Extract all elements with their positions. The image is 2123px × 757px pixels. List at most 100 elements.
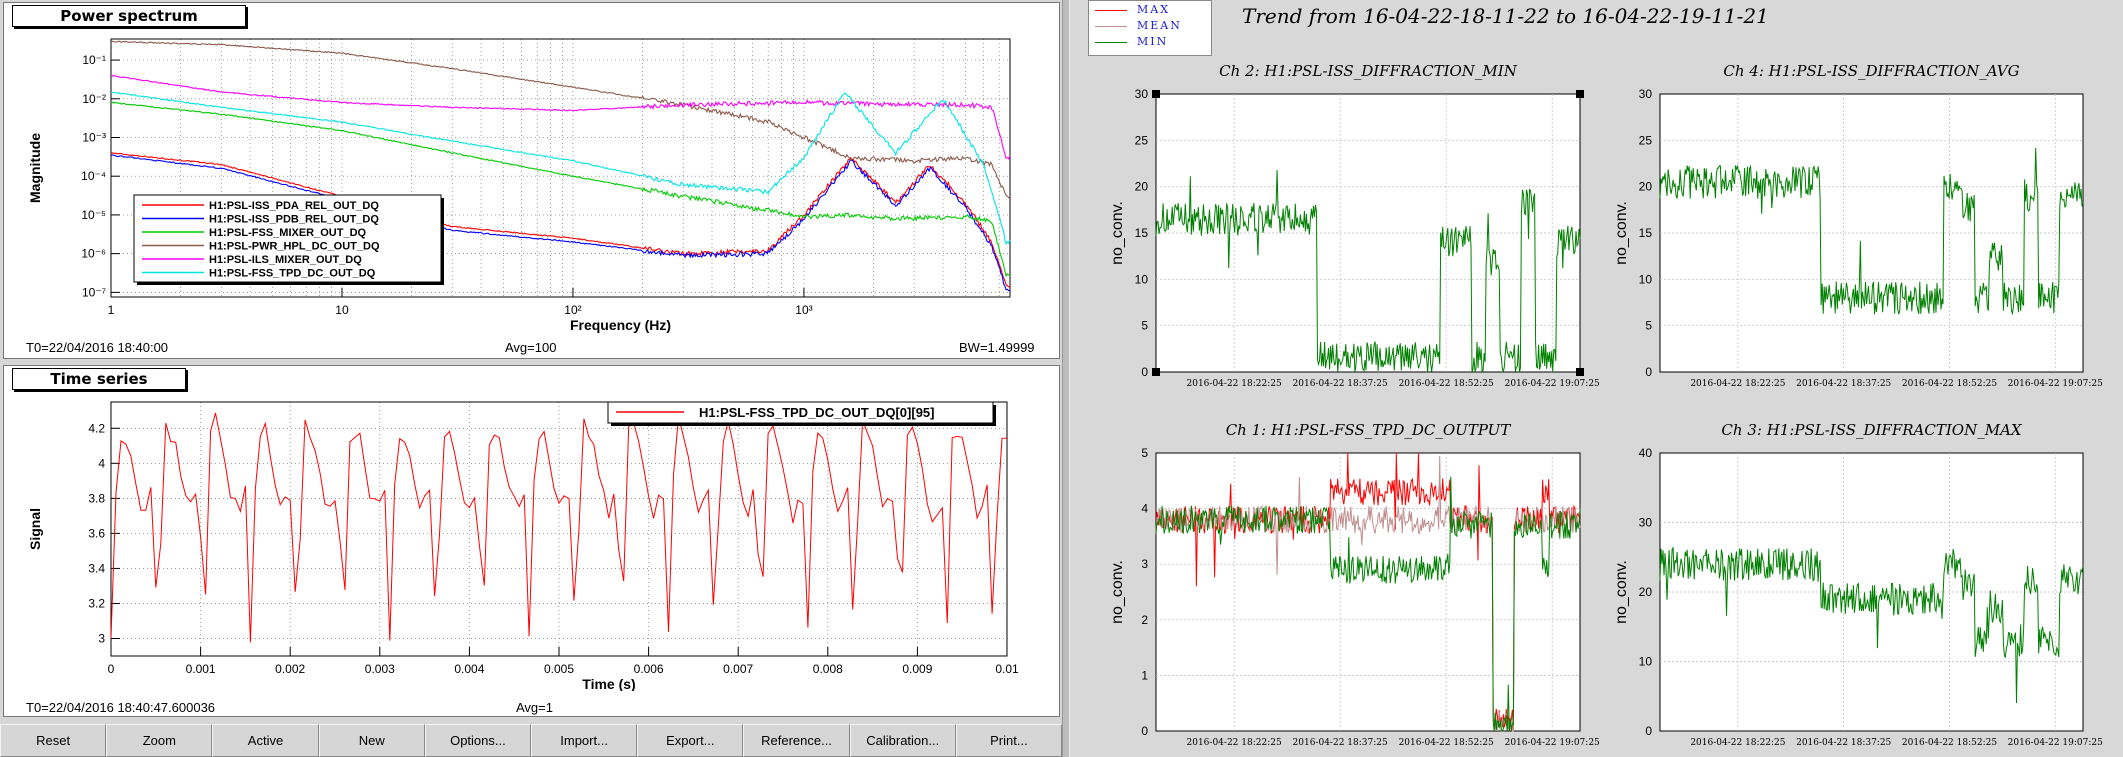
power-spectrum-pad[interactable]: Power spectrum 1 10 10² 10³ 10⁻¹ 10⁻² 10⁻³ 10⁻⁴… [3, 2, 1060, 359]
time-xtick-label: 0.002 [275, 662, 305, 676]
calibration-button[interactable]: Calibration... [849, 724, 956, 757]
button-bar: Reset Zoom Active New Options... Import.… [0, 724, 1063, 757]
trend-plot-title: Ch 3: H1:PSL-ISS_DIFFRACTION_MAX [1721, 421, 2022, 439]
trend-ytick-label: 5 [1645, 319, 1652, 333]
trend-ytick-label: 1 [1141, 668, 1148, 682]
power-spectrum-chart[interactable]: 1 10 10² 10³ 10⁻¹ 10⁻² 10⁻³ 10⁻⁴ 10⁻⁵ 10⁻⁶ 10⁻⁷ Mag… [4, 3, 1059, 333]
time-xtick-label: 0.01 [995, 662, 1019, 676]
time-ytick-label: 3.8 [88, 491, 105, 505]
trend-plot-title: Ch 1: H1:PSL-FSS_TPD_DC_OUTPUT [1226, 421, 1512, 439]
trend-ytick-label: 0 [1141, 365, 1148, 379]
trend-plot-title: Ch 2: H1:PSL-ISS_DIFFRACTION_MIN [1219, 62, 1518, 80]
resize-handle [1576, 368, 1584, 376]
time-ytick-label: 3 [98, 631, 105, 645]
spectrum-legend-label: H1:PSL-FSS_TPD_DC_OUT_DQ [209, 268, 376, 280]
spectrum-bw: BW=1.49999 [959, 340, 1035, 355]
trend-xtick-label: 2016-04-22 19:07:25 [2008, 738, 2103, 748]
reset-button[interactable]: Reset [0, 724, 107, 757]
trend-xtick-label: 2016-04-22 18:52:25 [1399, 379, 1494, 389]
trend-ytick-label: 20 [1639, 585, 1653, 599]
zoom-button[interactable]: Zoom [106, 724, 213, 757]
time-xtick-label: 0.005 [544, 662, 574, 676]
import-button[interactable]: Import... [531, 724, 638, 757]
window-divider[interactable] [1062, 0, 1070, 757]
trend-ylabel: no_conv. [1109, 560, 1126, 624]
time-series-chart[interactable]: 0 0.001 0.002 0.003 0.004 0.005 0.006 0.007 0.00… [4, 366, 1059, 691]
spectrum-ytick-label: 10⁻¹ [82, 53, 106, 67]
spectrum-legend-label: H1:PSL-ILS_MIXER_OUT_DQ [209, 254, 362, 266]
trend-xtick-label: 2016-04-22 19:07:25 [2008, 379, 2103, 389]
trend-ytick-label: 15 [1135, 226, 1149, 240]
new-button[interactable]: New [318, 724, 425, 757]
trend-frame [1155, 452, 1581, 732]
trend-plot: 2016-04-22 18:22:25 2016-04-22 18:37:25 20… [1613, 62, 2103, 389]
trend-xtick-label: 2016-04-22 18:22:25 [1187, 379, 1282, 389]
time-xtick-label: 0 [108, 662, 115, 676]
trend-ytick-label: 10 [1639, 655, 1653, 669]
spectrum-legend: H1:PSL-ISS_PDA_REL_OUT_DQ H1:PSL-ISS_PDB_… [133, 194, 444, 285]
trend-ytick-label: 0 [1141, 724, 1148, 738]
spectrum-ylabel: Magnitude [27, 133, 43, 203]
trend-ytick-label: 2 [1141, 613, 1148, 627]
reference-button[interactable]: Reference... [743, 724, 850, 757]
trend-xtick-label: 2016-04-22 18:37:25 [1796, 738, 1891, 748]
trend-xtick-label: 2016-04-22 18:22:25 [1690, 738, 1785, 748]
active-button[interactable]: Active [212, 724, 319, 757]
time-series-pad[interactable]: Time series 0 0.001 0.002 0.003 0.004 0.005 0.… [3, 365, 1060, 717]
trend-ytick-label: 0 [1645, 365, 1652, 379]
spectrum-ytick-label: 10⁻⁴ [81, 169, 106, 183]
trend-plot: 2016-04-22 18:22:25 2016-04-22 18:37:25 20… [1109, 62, 1600, 389]
time-xlabel: Time (s) [582, 676, 635, 691]
time-frame [110, 401, 1008, 657]
trend-ytick-label: 25 [1639, 133, 1653, 147]
resize-handle [1576, 90, 1584, 98]
trend-ytick-label: 30 [1639, 516, 1653, 530]
trend-ytick-label: 5 [1141, 446, 1148, 460]
spectrum-xtick-label: 10 [335, 303, 349, 317]
trend-ytick-label: 4 [1141, 502, 1148, 516]
trend-ylabel: no_conv. [1613, 560, 1630, 624]
options-button[interactable]: Options... [424, 724, 532, 757]
spectrum-ytick-label: 10⁻⁵ [81, 208, 106, 222]
time-xtick-label: 0.001 [186, 662, 216, 676]
time-legend-label: H1:PSL-FSS_TPD_DC_OUT_DQ[0][95] [699, 405, 935, 420]
export-button[interactable]: Export... [637, 724, 744, 757]
trend-panel: MAX MEAN MIN Trend from 16-04-22-18-11-2… [1070, 0, 2123, 757]
trend-ylabel: no_conv. [1109, 201, 1126, 265]
trend-frame [1659, 452, 2084, 732]
trend-plot: 2016-04-22 18:22:25 2016-04-22 18:37:25 20… [1109, 421, 1600, 748]
trend-ytick-label: 30 [1639, 87, 1653, 101]
spectrum-legend-label: H1:PSL-ISS_PDB_REL_OUT_DQ [209, 214, 379, 226]
time-ytick-label: 3.6 [88, 526, 105, 540]
trend-ytick-label: 10 [1639, 272, 1653, 286]
trend-charts[interactable]: 2016-04-22 18:22:25 2016-04-22 18:37:25 20… [1070, 0, 2123, 757]
spectrum-ytick-label: 10⁻² [82, 92, 106, 106]
trend-xtick-label: 2016-04-22 18:37:25 [1293, 379, 1388, 389]
time-ytick-label: 3.4 [88, 561, 105, 575]
time-ytick-label: 3.2 [88, 596, 105, 610]
spectrum-avg: Avg=100 [505, 340, 557, 355]
trend-xtick-label: 2016-04-22 18:52:25 [1902, 738, 1997, 748]
resize-handle [1152, 90, 1160, 98]
trend-ytick-label: 15 [1639, 226, 1653, 240]
trend-xtick-label: 2016-04-22 19:07:25 [1505, 738, 1600, 748]
trend-xtick-label: 2016-04-22 18:52:25 [1902, 379, 1997, 389]
resize-handle [1152, 368, 1160, 376]
print-button[interactable]: Print... [955, 724, 1063, 757]
trend-ytick-label: 30 [1135, 87, 1149, 101]
trend-xtick-label: 2016-04-22 18:22:25 [1187, 738, 1282, 748]
trend-plot: 2016-04-22 18:22:25 2016-04-22 18:37:25 20… [1613, 421, 2103, 748]
trend-xtick-label: 2016-04-22 18:52:25 [1399, 738, 1494, 748]
timeseries-t0: T0=22/04/2016 18:40:47.600036 [26, 700, 216, 715]
spectrum-legend-label: H1:PSL-PWR_HPL_DC_OUT_DQ [209, 241, 380, 253]
trend-ylabel: no_conv. [1613, 201, 1630, 265]
time-xtick-label: 0.009 [902, 662, 932, 676]
trend-plot-title: Ch 4: H1:PSL-ISS_DIFFRACTION_AVG [1723, 62, 2019, 80]
spectrum-xtick-label: 1 [108, 303, 115, 317]
spectrum-xlabel: Frequency (Hz) [570, 317, 671, 333]
trend-ytick-label: 5 [1141, 319, 1148, 333]
timeseries-avg: Avg=1 [516, 700, 553, 715]
spectrum-ytick-label: 10⁻⁷ [82, 285, 106, 299]
app-window: Power spectrum 1 10 10² 10³ 10⁻¹ 10⁻² 10⁻³ 10⁻⁴… [0, 0, 2123, 757]
time-series-line [110, 412, 1008, 643]
